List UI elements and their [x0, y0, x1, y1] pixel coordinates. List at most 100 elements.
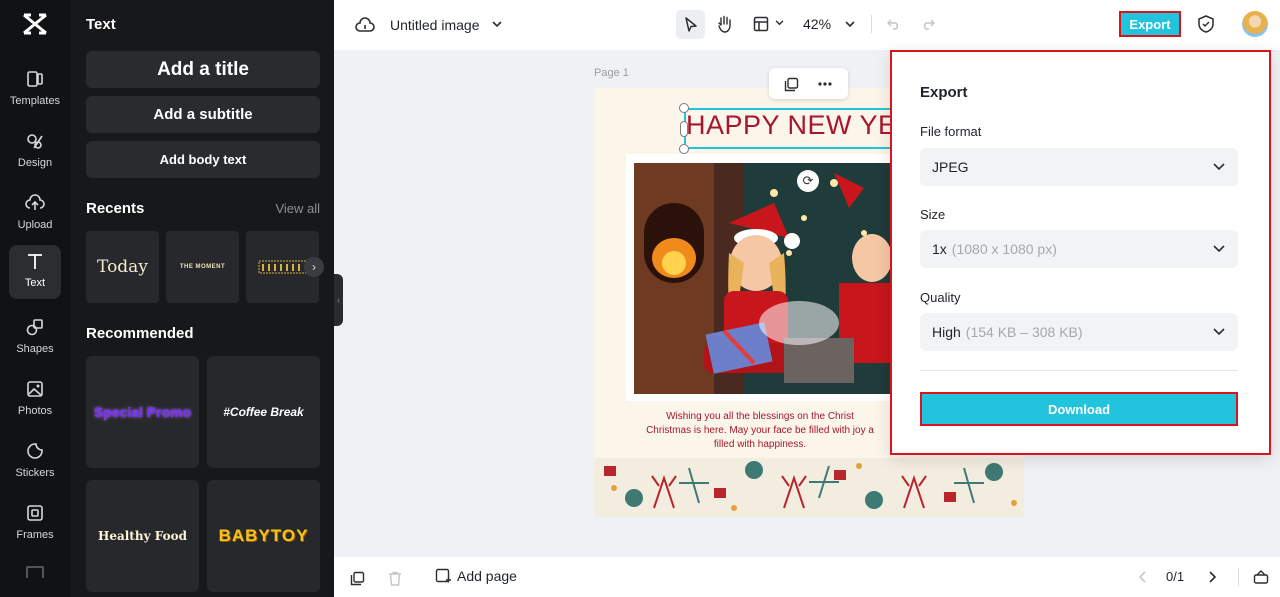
- recommended-text-style[interactable]: #Coffee Break: [207, 356, 320, 468]
- download-button[interactable]: Download: [920, 392, 1238, 426]
- chevron-down-icon: [1213, 163, 1225, 171]
- rail-photos[interactable]: Photos: [9, 373, 61, 427]
- add-page-label: Add page: [457, 568, 517, 584]
- recent-text-style[interactable]: THE MOMENT: [166, 231, 239, 303]
- export-button[interactable]: Export: [1119, 11, 1181, 37]
- duplicate-page-icon[interactable]: [348, 569, 366, 587]
- resize-handle[interactable]: [680, 121, 688, 137]
- recent-text-label: THE MOMENT: [179, 264, 226, 270]
- recommended-text-style[interactable]: Healthy Food: [86, 480, 199, 592]
- trash-icon[interactable]: [386, 569, 404, 587]
- size-hint: (1080 x 1080 px): [951, 241, 1057, 257]
- recommended-text-label: BABYTOY: [218, 526, 309, 545]
- resize-handle[interactable]: [679, 103, 689, 113]
- rail-upload[interactable]: Upload: [9, 187, 61, 241]
- christmas-photo[interactable]: [634, 163, 890, 394]
- add-title-button[interactable]: Add a title: [86, 51, 320, 88]
- recommended-heading: Recommended: [86, 325, 194, 342]
- design-icon: [27, 134, 43, 149]
- greeting-line: filled with happiness.: [713, 439, 807, 450]
- rail-label: Design: [17, 157, 53, 169]
- quality-hint: (154 KB – 308 KB): [965, 324, 1083, 340]
- quality-value: High: [932, 324, 961, 340]
- bottom-divider: [1238, 568, 1239, 586]
- chevron-down-icon: [1213, 245, 1225, 253]
- layout-icon[interactable]: [750, 12, 772, 36]
- photos-icon: [27, 381, 43, 397]
- quality-select[interactable]: High (154 KB – 308 KB): [920, 313, 1238, 351]
- rotate-icon[interactable]: ⟳: [797, 170, 819, 192]
- next-page-icon[interactable]: [1205, 570, 1219, 584]
- greeting-line: Wishing you all the blessings on the Chr…: [666, 411, 854, 422]
- rail-label: Upload: [17, 219, 53, 231]
- previous-page-icon[interactable]: [1136, 570, 1150, 584]
- layout-chevron-down-icon[interactable]: [773, 17, 785, 29]
- rail-frames[interactable]: Frames: [9, 497, 61, 551]
- recent-text-label: Today: [97, 257, 148, 277]
- rail-label: Stickers: [15, 467, 55, 479]
- file-format-select[interactable]: JPEG: [920, 148, 1238, 186]
- recommended-text-style[interactable]: BABYTOY: [207, 480, 320, 592]
- recent-text-style[interactable]: Today: [86, 231, 159, 303]
- rail-label: Frames: [16, 529, 54, 541]
- recents-next-button[interactable]: ›: [304, 257, 324, 277]
- upload-icon: [25, 194, 45, 210]
- rail-templates[interactable]: Templates: [9, 63, 61, 117]
- rail-label: Shapes: [16, 343, 54, 355]
- file-format-value: JPEG: [932, 159, 969, 175]
- zoom-chevron-down-icon[interactable]: [843, 17, 857, 31]
- quality-label: Quality: [920, 290, 961, 305]
- page-panel-icon[interactable]: [1252, 568, 1270, 586]
- duplicate-icon[interactable]: [781, 74, 801, 94]
- hand-tool-icon[interactable]: [713, 12, 737, 36]
- export-dialog-title: Export: [920, 84, 968, 101]
- collapse-panel-handle[interactable]: ‹: [334, 274, 343, 326]
- title-chevron-down-icon[interactable]: [490, 17, 504, 31]
- recent-text-preview: [258, 260, 307, 274]
- greeting-line: Christmas is here. May your face be fill…: [646, 425, 874, 436]
- rail-shapes[interactable]: Shapes: [9, 311, 61, 365]
- rail-label: Photos: [17, 405, 53, 417]
- stickers-icon: [27, 443, 43, 459]
- recommended-text-label: Special Promo: [93, 404, 192, 420]
- resize-handle[interactable]: [679, 144, 689, 154]
- redo-icon[interactable]: [918, 14, 938, 34]
- templates-icon: [27, 71, 43, 87]
- add-subtitle-button[interactable]: Add a subtitle: [86, 96, 320, 133]
- selection-box: [684, 108, 894, 149]
- text-panel: Text Add a title Add a subtitle Add body…: [71, 0, 334, 597]
- size-value: 1x: [932, 241, 947, 257]
- christmas-pattern-band[interactable]: [594, 458, 1024, 517]
- more-options-icon[interactable]: [815, 74, 835, 94]
- page-counter: 0/1: [1166, 569, 1185, 584]
- greeting-text[interactable]: Wishing you all the blessings on the Chr…: [626, 410, 894, 452]
- avatar[interactable]: [1242, 11, 1268, 37]
- add-page-icon: [435, 568, 451, 583]
- rail-design[interactable]: Design: [9, 125, 61, 179]
- rail-text[interactable]: Text: [9, 245, 61, 299]
- document-title[interactable]: Untitled image: [390, 17, 480, 33]
- frames-icon: [27, 505, 43, 521]
- dialog-divider: [920, 370, 1238, 371]
- christmas-photo-illustration: [634, 163, 890, 394]
- zoom-level[interactable]: 42%: [803, 16, 831, 32]
- shield-icon[interactable]: [1195, 13, 1217, 35]
- capcut-logo-icon[interactable]: [22, 12, 48, 36]
- rail-stickers[interactable]: Stickers: [9, 435, 61, 489]
- add-body-text-button[interactable]: Add body text: [86, 141, 320, 178]
- select-tool-icon[interactable]: [676, 10, 705, 39]
- shapes-icon: [26, 319, 43, 336]
- file-format-label: File format: [920, 124, 982, 139]
- rail-more-icon[interactable]: [26, 566, 44, 578]
- recents-heading: Recents: [86, 200, 145, 217]
- recommended-text-style[interactable]: Special Promo: [86, 356, 199, 468]
- recommended-text-label: #Coffee Break: [223, 405, 304, 419]
- undo-icon[interactable]: [884, 14, 904, 34]
- view-all-link[interactable]: View all: [275, 201, 320, 216]
- export-dialog: Export File format JPEG Size 1x (1080 x …: [890, 50, 1271, 455]
- page-label: Page 1: [594, 67, 629, 79]
- cloud-save-icon[interactable]: [354, 14, 376, 36]
- add-page-button[interactable]: Add page: [435, 568, 517, 584]
- size-select[interactable]: 1x (1080 x 1080 px): [920, 230, 1238, 268]
- toolbar-divider: [871, 15, 872, 33]
